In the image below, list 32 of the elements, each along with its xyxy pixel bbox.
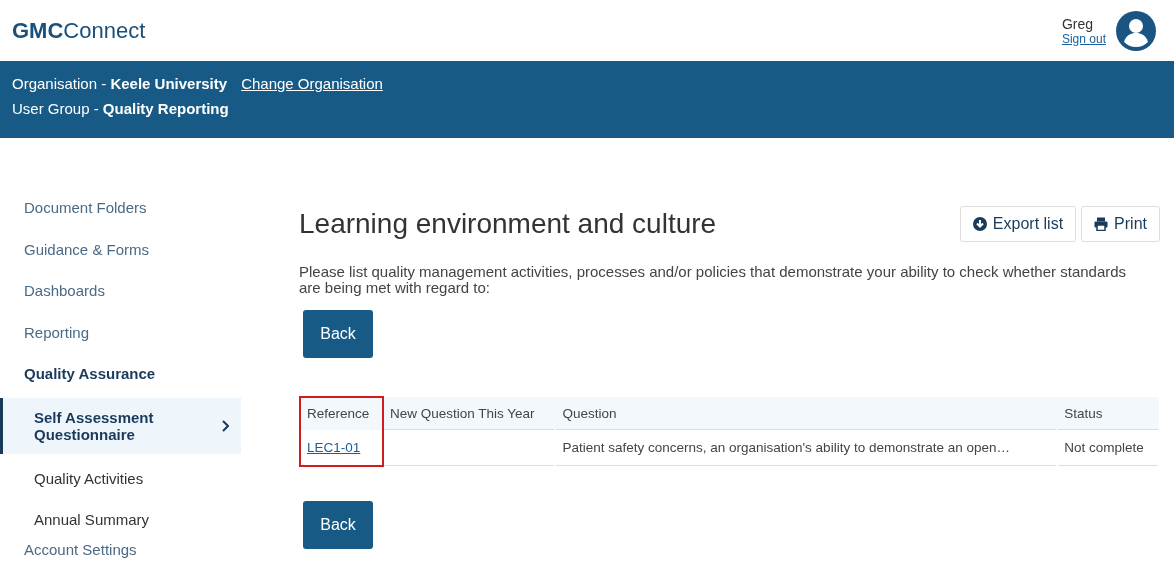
export-button[interactable]: Export list [959,206,1077,242]
column-header: Reference [300,397,383,430]
user-avatar-icon[interactable] [1116,10,1156,51]
sidebar-item[interactable]: Guidance & Forms [0,239,241,281]
user-name: Greg [1061,15,1095,32]
change-organisation-link[interactable]: Change Organisation [241,75,383,92]
column-header: Question [555,397,1058,430]
sidebar-item[interactable]: Dashboards [0,281,241,323]
sidebar-subitem[interactable]: Self Assessment Questionnaire [0,398,241,454]
back-button[interactable]: Back [303,310,373,358]
question-cell: Patient safety concerns, an organisation's ability to demonstrate an open… [555,429,1058,466]
status-cell: Not complete [1057,429,1159,466]
logo[interactable]: GMCConnect [12,17,146,44]
download-circle-icon [972,217,987,231]
chevron-right-icon [221,420,229,432]
print-button[interactable]: Print [1081,206,1160,242]
organisation-text: Organisation - Keele University [12,75,228,92]
column-header: Status [1057,397,1159,430]
user-group-text: User Group - Quality Reporting [12,100,229,117]
sidebar-item[interactable]: Document Folders [0,198,241,240]
sidebar-item[interactable]: Quality Assurance [0,364,241,398]
page-title: Learning environment and culture [299,208,717,240]
sidebar-item[interactable]: Reporting [0,322,241,364]
sign-out-link[interactable]: Sign out [1061,31,1106,46]
description-text: Please list quality management activities, processes and/or policies that demonstrate your ability to check whether standards are being met with regard to: [299,264,1128,296]
sidebar-subitem[interactable]: Quality Activities [0,458,241,499]
sidebar-item[interactable]: Account Settings [0,540,241,566]
column-header: New Question This Year [382,397,556,430]
sidebar-subitem[interactable]: Annual Summary [0,499,241,540]
back-button[interactable]: Back [303,500,373,549]
printer-icon [1094,217,1109,231]
reference-link[interactable]: LEC1-01 [307,439,361,455]
